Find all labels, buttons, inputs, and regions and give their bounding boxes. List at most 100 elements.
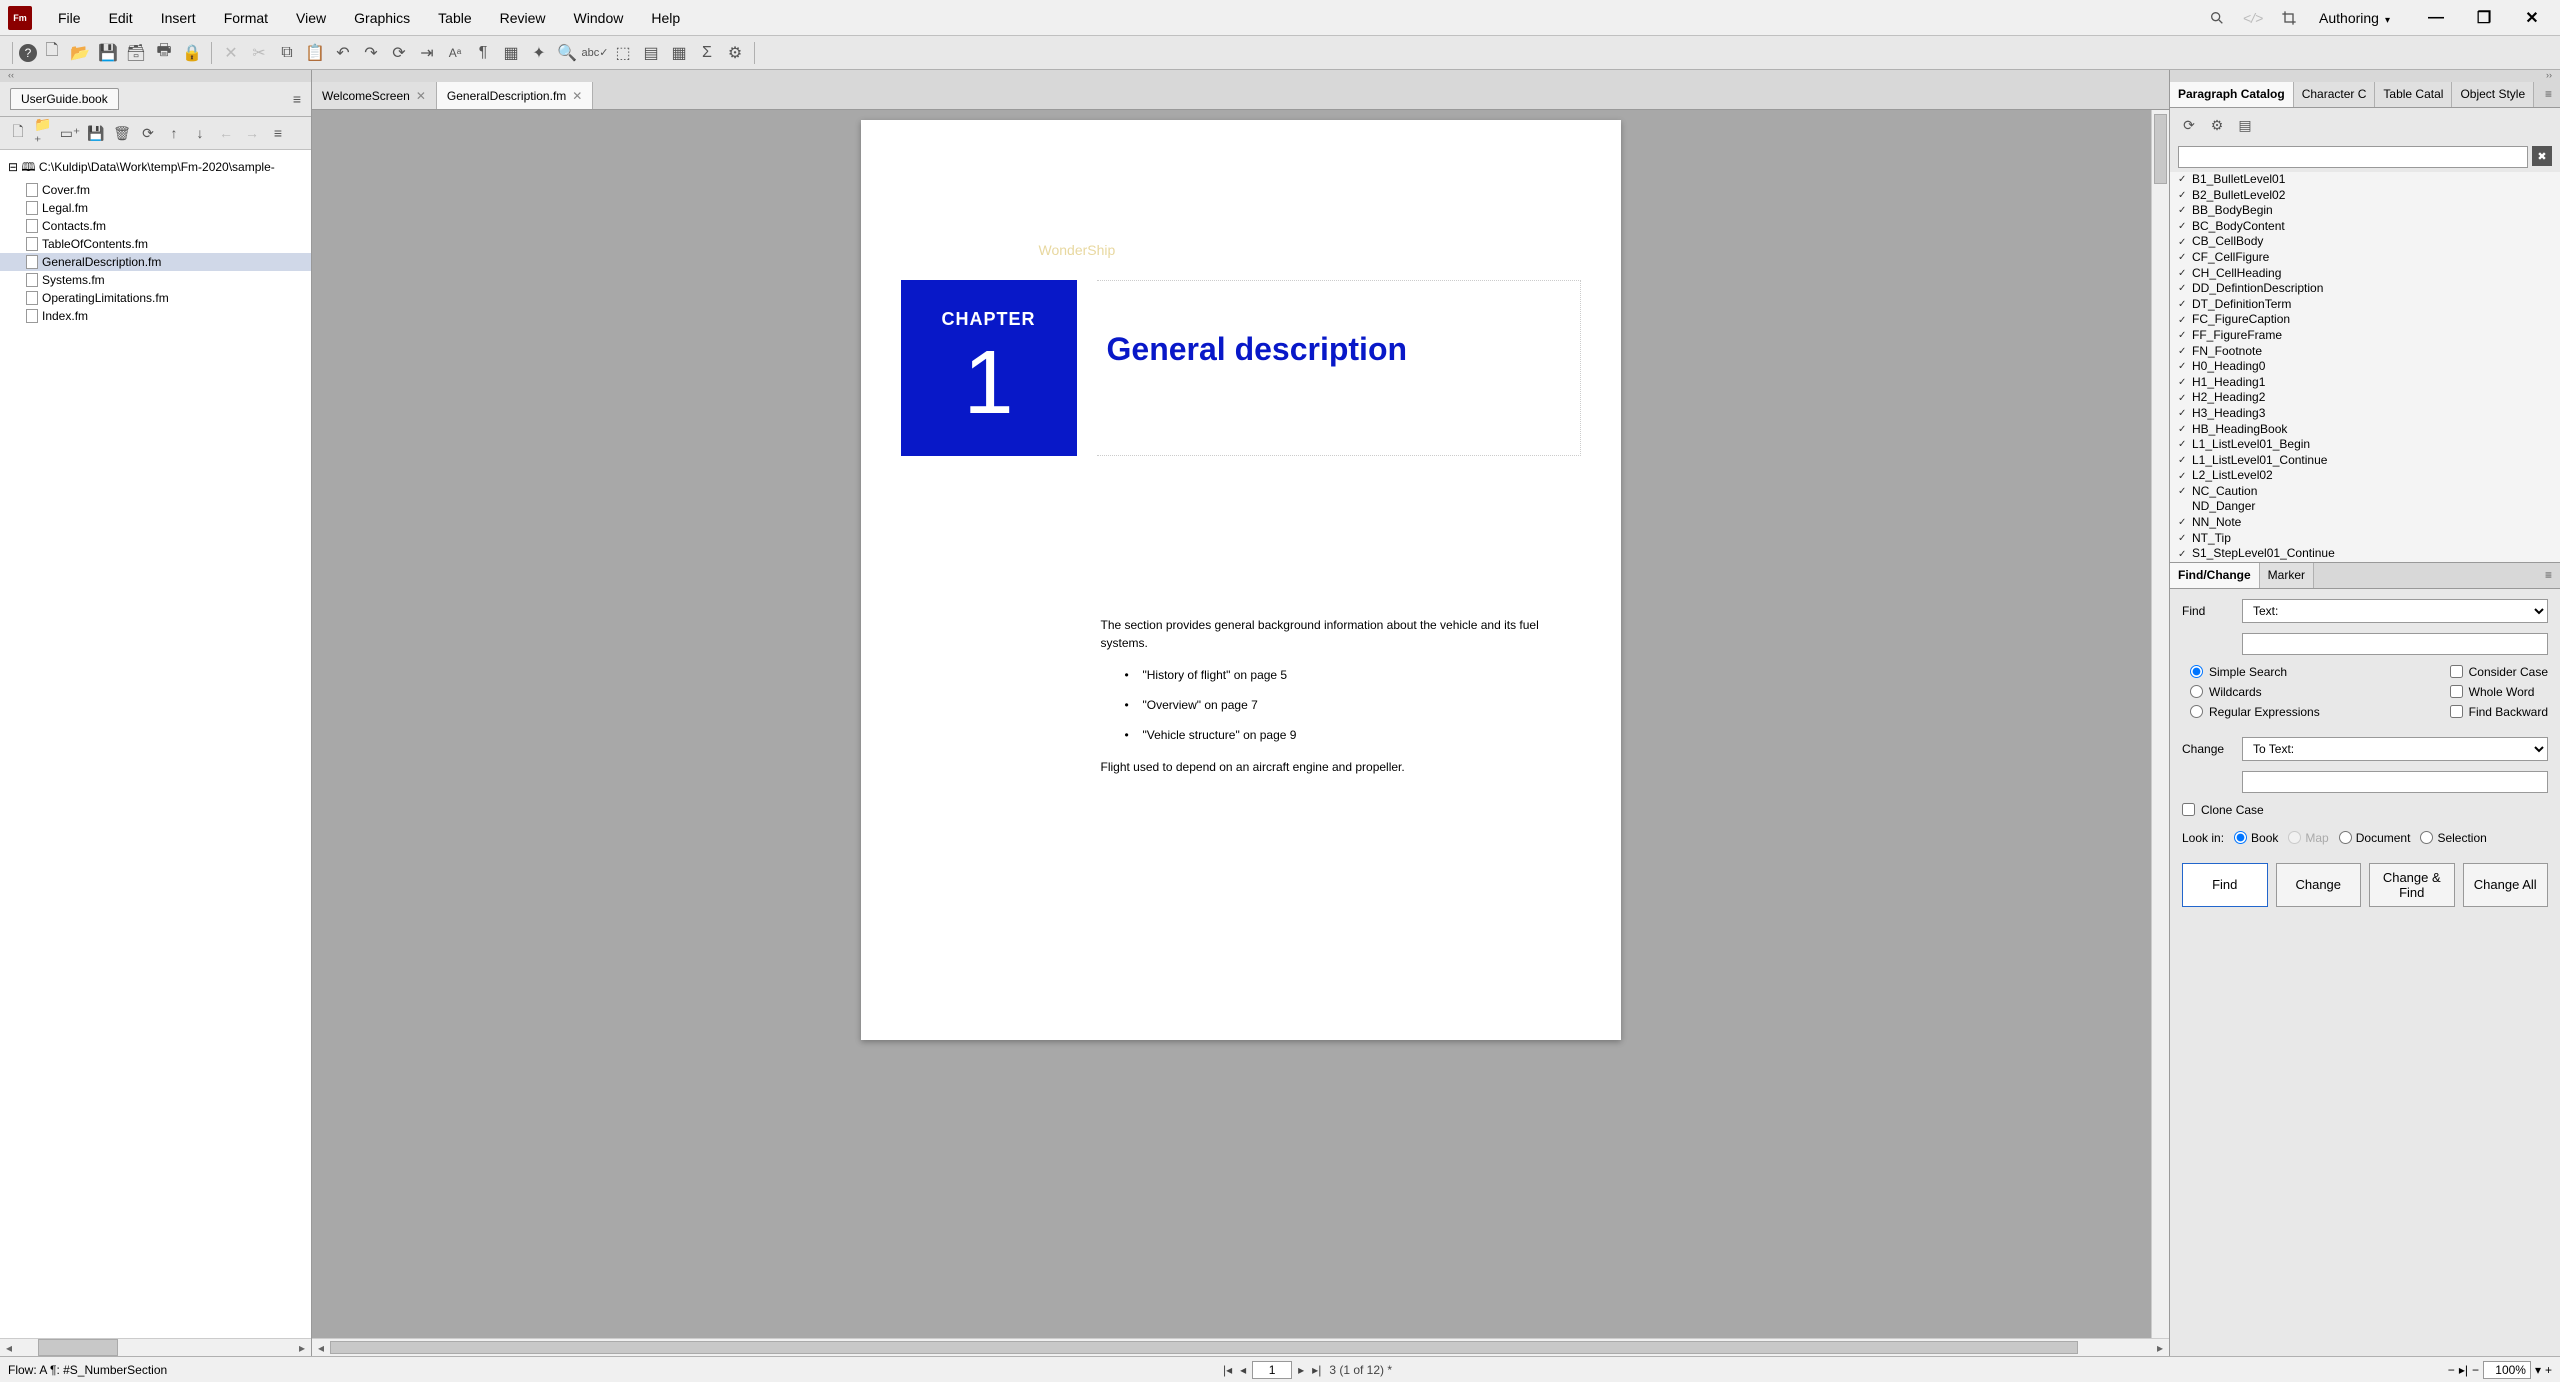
menu-graphics[interactable]: Graphics (340, 4, 424, 32)
catalog-item[interactable]: ✓H1_Heading1 (2170, 375, 2560, 391)
zoom-out-icon[interactable]: − (2448, 1363, 2455, 1377)
find-type-select[interactable]: Text: (2242, 599, 2548, 623)
menu-view[interactable]: View (282, 4, 340, 32)
panel-tab[interactable]: Character C (2294, 82, 2376, 107)
intro-paragraph[interactable]: The section provides general background … (1101, 616, 1581, 652)
panel-tab[interactable]: Object Style (2452, 82, 2534, 107)
book-tab-label[interactable]: UserGuide.book (10, 88, 119, 110)
next-page-icon[interactable]: ▸ (1296, 1363, 1306, 1377)
table-icon[interactable]: ▦ (666, 40, 692, 66)
menu-table[interactable]: Table (424, 4, 485, 32)
tree-item[interactable]: OperatingLimitations.fm (0, 289, 311, 307)
open-icon[interactable]: 📂 (67, 40, 93, 66)
catalog-list[interactable]: ✓B1_BulletLevel01✓B2_BulletLevel02✓BB_Bo… (2170, 172, 2560, 562)
zoom-input[interactable] (2483, 1361, 2531, 1379)
catalog-item[interactable]: ✓H3_Heading3 (2170, 406, 2560, 422)
symbols-icon[interactable]: ✦ (526, 40, 552, 66)
catalog-search-input[interactable] (2178, 146, 2528, 168)
consider-case-check[interactable]: Consider Case (2450, 665, 2548, 679)
copy-icon[interactable]: ⧉ (274, 40, 300, 66)
lookin-document[interactable]: Document (2339, 831, 2411, 845)
whole-word-check[interactable]: Whole Word (2450, 685, 2548, 699)
body-text[interactable]: The section provides general background … (1101, 616, 1581, 776)
move-left-icon[interactable]: ← (216, 123, 236, 143)
document-hscroll[interactable]: ◂▸ (312, 1338, 2169, 1356)
book-hscroll[interactable]: ◂▸ (0, 1338, 311, 1356)
catalog-item[interactable]: ✓L1_ListLevel01_Begin (2170, 437, 2560, 453)
zoom-plus-icon[interactable]: + (2545, 1363, 2552, 1377)
tree-item[interactable]: Index.fm (0, 307, 311, 325)
zoom-in-icon[interactable]: − (2472, 1363, 2479, 1377)
update-icon[interactable]: ⟳ (138, 123, 158, 143)
spellcheck-icon[interactable]: abc✓ (582, 40, 608, 66)
catalog-item[interactable]: ✓H0_Heading0 (2170, 359, 2560, 375)
borders-icon[interactable]: ⬚ (610, 40, 636, 66)
first-page-icon[interactable]: |◂ (1221, 1363, 1234, 1377)
change-button[interactable]: Change (2276, 863, 2362, 907)
menu-review[interactable]: Review (486, 4, 560, 32)
tree-item[interactable]: TableOfContents.fm (0, 235, 311, 253)
catalog-item[interactable]: ✓H2_Heading2 (2170, 390, 2560, 406)
lookin-selection[interactable]: Selection (2420, 831, 2486, 845)
toggle-icon[interactable]: ⇥ (414, 40, 440, 66)
refresh-icon[interactable]: ⟳ (2178, 114, 2200, 136)
add-file-icon[interactable]: 🗋 (8, 123, 28, 143)
help-icon[interactable]: ? (19, 44, 37, 62)
catalog-item[interactable]: ✓DD_DefintionDescription (2170, 281, 2560, 297)
tree-item[interactable]: Contacts.fm (0, 217, 311, 235)
clear-search-icon[interactable]: ✖ (2532, 146, 2552, 166)
zoom-dropdown-icon[interactable]: ▾ (2535, 1363, 2541, 1377)
catalog-item[interactable]: ✓DT_DefinitionTerm (2170, 297, 2560, 313)
catalog-item[interactable]: ✓BC_BodyContent (2170, 219, 2560, 235)
options-icon[interactable]: ⚙ (722, 40, 748, 66)
prev-page-icon[interactable]: ◂ (1238, 1363, 1248, 1377)
menu-insert[interactable]: Insert (147, 4, 210, 32)
close-tab-icon[interactable]: ✕ (416, 89, 426, 103)
catalog-item[interactable]: ✓B1_BulletLevel01 (2170, 172, 2560, 188)
save-all-icon[interactable]: 🗃 (123, 40, 149, 66)
catalog-item[interactable]: ✓BB_BodyBegin (2170, 203, 2560, 219)
save-icon[interactable]: 💾 (95, 40, 121, 66)
change-input[interactable] (2242, 771, 2548, 793)
catalog-item[interactable]: ✓NN_Note (2170, 515, 2560, 531)
wildcards-radio[interactable]: Wildcards (2190, 685, 2320, 699)
document-tab[interactable]: GeneralDescription.fm✕ (437, 82, 593, 109)
regex-radio[interactable]: Regular Expressions (2190, 705, 2320, 719)
document-tab[interactable]: WelcomeScreen✕ (312, 82, 437, 109)
close-button[interactable]: ✕ (2512, 4, 2552, 32)
find-button[interactable]: Find (2182, 863, 2268, 907)
panel-tab[interactable]: Table Catal (2375, 82, 2452, 107)
change-find-button[interactable]: Change & Find (2369, 863, 2455, 907)
equation-icon[interactable]: Σ (694, 40, 720, 66)
lookin-book[interactable]: Book (2234, 831, 2278, 845)
menu-format[interactable]: Format (210, 4, 282, 32)
catalog-item[interactable]: ✓FN_Footnote (2170, 344, 2560, 360)
redo-icon[interactable]: ↷ (358, 40, 384, 66)
catalog-item[interactable]: ND_Danger (2170, 499, 2560, 515)
last-page-icon[interactable]: ▸| (1310, 1363, 1323, 1377)
xref-link[interactable]: "History of flight" on page 5 (1125, 666, 1581, 684)
tree-item[interactable]: Systems.fm (0, 271, 311, 289)
catalog-item[interactable]: ✓FF_FigureFrame (2170, 328, 2560, 344)
para-format-icon[interactable]: ¶ (470, 40, 496, 66)
book-root[interactable]: ⊟ 🕮 C:\Kuldip\Data\Work\temp\Fm-2020\sam… (0, 156, 311, 181)
move-down-icon[interactable]: ↓ (190, 123, 210, 143)
change-type-select[interactable]: To Text: (2242, 737, 2548, 761)
gear-icon[interactable]: ⚙ (2206, 114, 2228, 136)
restore-button[interactable]: ❐ (2464, 4, 2504, 32)
panel-menu-icon[interactable]: ≡ (2537, 563, 2560, 588)
add-folder-icon[interactable]: 📁⁺ (34, 123, 54, 143)
catalog-item[interactable]: ✓S1_StepLevel01_Continue (2170, 546, 2560, 562)
page-input[interactable] (1252, 1361, 1292, 1379)
add-group-icon[interactable]: ▭⁺ (60, 123, 80, 143)
chapter-title[interactable]: General description (1097, 280, 1581, 456)
new-file-icon[interactable]: 🗋 (39, 40, 65, 66)
tree-item[interactable]: Cover.fm (0, 181, 311, 199)
workspace-mode-select[interactable]: Authoring (2311, 6, 2408, 30)
menu-window[interactable]: Window (560, 4, 638, 32)
catalog-item[interactable]: ✓HB_HeadingBook (2170, 422, 2560, 438)
repeat-icon[interactable]: ⟳ (386, 40, 412, 66)
doc-collapse[interactable] (312, 70, 2169, 82)
trash-icon[interactable]: 🗑 (112, 123, 132, 143)
save-book-icon[interactable]: 💾 (86, 123, 106, 143)
